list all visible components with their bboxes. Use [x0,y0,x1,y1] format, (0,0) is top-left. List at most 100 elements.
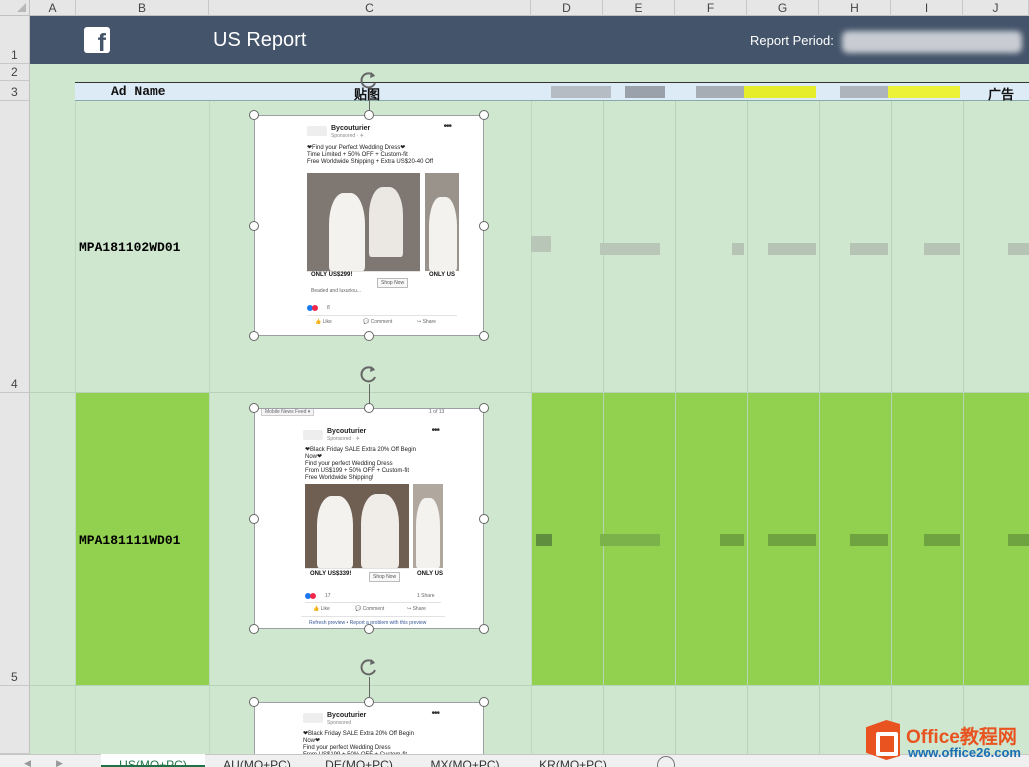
resize-handle[interactable] [249,624,259,634]
resize-handle[interactable] [479,514,489,524]
sheet-tab-kr[interactable]: KR(MO+PC) [521,754,625,767]
row-header-5[interactable]: 5 [0,393,30,686]
redacted-header-e [625,86,665,98]
resize-handle[interactable] [249,514,259,524]
price-label-2: ONLY US [429,272,456,278]
redacted-header-h [840,86,888,98]
add-sheet-icon[interactable] [657,756,675,767]
resize-handle[interactable] [479,403,489,413]
redacted-cell [768,243,816,255]
brand-name: Bycouturier [327,428,367,435]
row-header-1[interactable]: 1 [0,16,30,64]
price-label: ONLY US$339! [310,571,352,577]
resize-handle[interactable] [479,624,489,634]
column-header-d[interactable]: D [531,0,603,16]
resize-handle[interactable] [364,403,374,413]
rotate-handle-icon[interactable] [359,364,379,384]
sponsored-label: Sponsored · ✈ [331,133,364,139]
watermark: Office教程网 www.office26.com [864,716,1029,767]
brand-name: Bycouturier [331,125,371,132]
more-options-icon: ••• [443,121,451,132]
column-header-a[interactable]: A [30,0,76,16]
share-action: ↪ Share [417,319,436,325]
sheet-tab-mx[interactable]: MX(MO+PC) [413,754,517,767]
rotate-handle-icon[interactable] [359,657,379,677]
sheet-tab-de[interactable]: DE(MO+PC) [309,754,409,767]
resize-handle[interactable] [479,110,489,120]
resize-handle[interactable] [364,110,374,120]
ad-name-cell-1[interactable]: MPA181102WD01 [79,240,180,255]
redacted-cell [720,534,744,546]
resize-handle[interactable] [364,331,374,341]
comment-action: 💬 Comment [355,606,385,612]
header-ad-column[interactable]: 广告 [988,84,1014,103]
column-header-b[interactable]: B [76,0,209,16]
redacted-header-i [888,86,960,98]
report-period-label: Report Period: [750,33,834,48]
spreadsheet: A B C D E F G H I J 1 2 3 4 5 f US Repor… [0,0,1029,767]
ad-preview-image-2[interactable]: Mobile News Feed ▾ 1 of 13 Bycouturier S… [254,408,484,629]
redacted-cell [924,243,960,255]
redacted-cell [600,534,660,546]
sponsored-label: Sponsored [327,720,352,726]
rotate-handle-icon[interactable] [359,70,379,90]
scroll-tabs-left-icon[interactable]: ◀ [24,758,31,767]
row-header-2[interactable]: 2 [0,64,30,81]
share-action: ↪ Share [407,606,426,612]
column-header-h[interactable]: H [819,0,891,16]
column-header-g[interactable]: G [747,0,819,16]
resize-handle[interactable] [364,697,374,707]
ad-copy: ❤Find your Perfect Wedding Dress❤ Time L… [307,145,434,165]
resize-handle[interactable] [249,110,259,120]
ad-preview-image-1[interactable]: Bycouturier Sponsored · ✈ ••• ❤Find your… [254,115,484,336]
redacted-cell [768,534,816,546]
resize-handle[interactable] [249,403,259,413]
resize-handle[interactable] [364,624,374,634]
redacted-cell [850,243,888,255]
like-action: 👍 Like [313,606,330,612]
column-header-c[interactable]: C [209,0,531,16]
redacted-cell [924,534,960,546]
ad-name-cell-2[interactable]: MPA181111WD01 [79,533,180,548]
resize-handle[interactable] [479,221,489,231]
resize-handle[interactable] [249,331,259,341]
facebook-logo-icon: f [84,27,110,56]
shop-now-button: Shop Now [369,572,401,582]
reaction-icons [307,305,321,311]
resize-handle[interactable] [479,697,489,707]
more-options-icon: ••• [431,708,439,719]
redacted-cell [850,534,888,546]
reaction-count: 17 [325,593,331,599]
brand-avatar [303,430,323,440]
brand-avatar [307,126,327,136]
brand-name: Bycouturier [327,712,367,719]
redacted-cell [600,243,660,255]
resize-handle[interactable] [249,697,259,707]
redacted-cell [536,534,552,546]
resize-handle[interactable] [249,221,259,231]
row-header-6[interactable] [0,686,30,754]
dress-photo-2 [425,173,459,271]
resize-handle[interactable] [479,331,489,341]
column-header-f[interactable]: F [675,0,747,16]
column-header-i[interactable]: I [891,0,963,16]
ad-preview-image-3[interactable]: Bycouturier Sponsored ••• ❤Black Friday … [254,702,484,762]
sheet-tab-us[interactable]: US(MO+PC) [101,754,205,767]
select-all-corner[interactable] [0,0,30,16]
redacted-header-f [696,86,744,98]
redacted-header-g [744,86,816,98]
shop-now-button: Shop Now [377,278,409,288]
redacted-cell [1008,534,1029,546]
row-header-4[interactable]: 4 [0,101,30,393]
sheet-tab-au[interactable]: AU(MO+PC) [207,754,307,767]
scroll-tabs-right-icon[interactable]: ▶ [56,758,63,767]
header-ad-name[interactable]: Ad Name [111,84,166,99]
column-header-j[interactable]: J [963,0,1029,16]
placement-dropdown: Mobile News Feed ▾ [261,409,315,416]
row-header-3[interactable]: 3 [0,81,30,101]
ad-copy: ❤Black Friday SALE Extra 20% Off Begin N… [305,447,416,481]
column-header-e[interactable]: E [603,0,675,16]
row-2-fill [30,64,1029,82]
office-logo-icon [866,720,900,760]
redacted-cell [531,236,551,252]
